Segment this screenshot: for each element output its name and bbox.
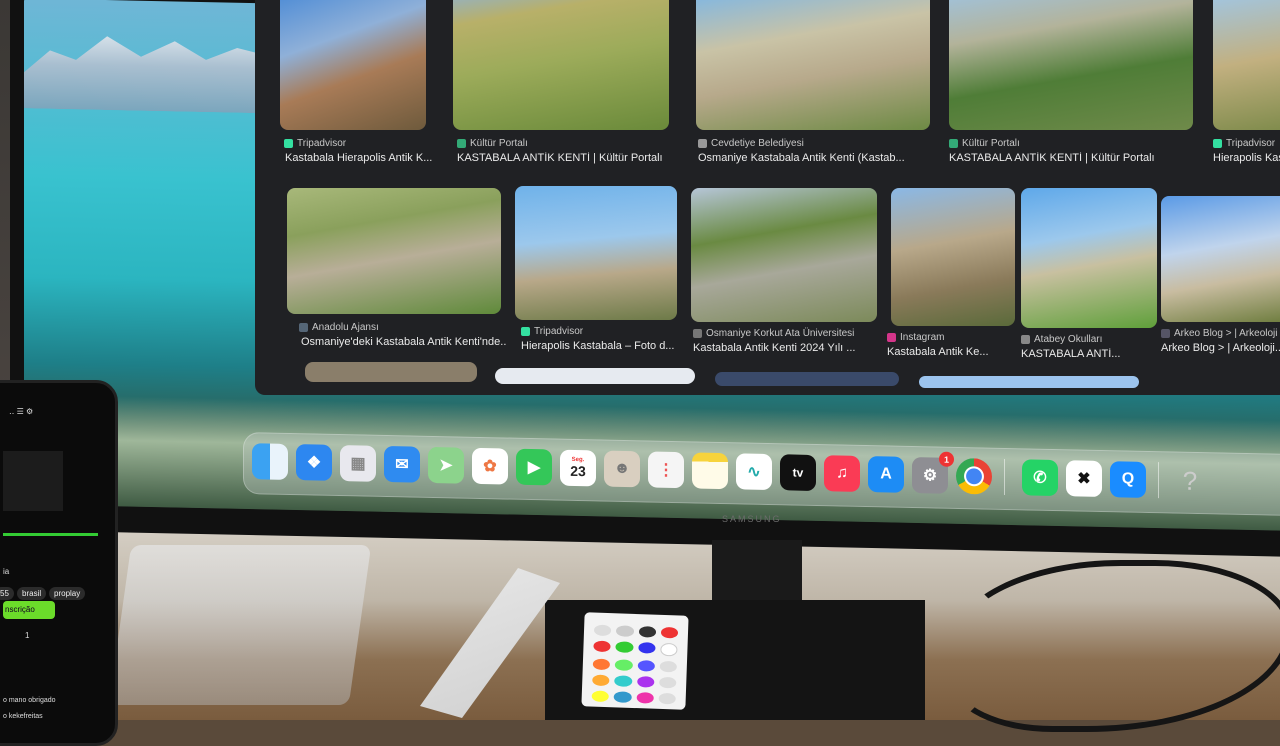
dock-separator — [1004, 458, 1005, 495]
result-thumbnail[interactable] — [691, 188, 877, 322]
result-title[interactable]: Hierapolis Kas... — [1213, 152, 1280, 164]
phone-status-icons: ‥ ☰ ⚙ — [9, 407, 34, 416]
settings-badge: 1 — [939, 451, 954, 467]
monitor-brand: SAMSUNG — [722, 514, 782, 524]
tripadvisor-icon — [1213, 139, 1222, 148]
result-thumbnail[interactable] — [919, 376, 1139, 388]
tripadvisor-icon — [284, 139, 293, 148]
facetime-icon[interactable]: ▶ — [516, 448, 552, 486]
result-title[interactable]: Kastabala Antik Kenti 2024 Yılı ... — [693, 342, 873, 354]
arkeo-blog-icon — [1161, 329, 1170, 338]
contacts-icon[interactable]: ☻ — [604, 450, 640, 488]
calendar-day: 23 — [570, 462, 586, 480]
freeform-icon[interactable]: ∿ — [736, 453, 772, 491]
phone-tag[interactable]: brasil — [17, 587, 47, 600]
phone-count: 1 — [25, 631, 30, 640]
result-source: Arkeo Blog > | Arkeoloji — [1161, 328, 1278, 339]
result-source: Atabey Okulları — [1021, 334, 1102, 345]
result-thumbnail[interactable] — [949, 0, 1193, 130]
phone-label: ia — [3, 567, 10, 576]
result-title[interactable]: KASTABALA ANTİK KENTİ | Kültür Portalı — [949, 152, 1189, 164]
reminders-icon[interactable]: ⋮ — [648, 451, 684, 489]
help-icon[interactable]: ? — [1172, 462, 1208, 499]
result-thumbnail[interactable] — [495, 368, 695, 384]
browser-image-results: Tripadvisor Kastabala Hierapolis Antik K… — [255, 0, 1280, 395]
kultur-portali-icon — [949, 139, 958, 148]
system-settings-icon[interactable]: ⚙ 1 — [912, 451, 954, 494]
result-thumbnail[interactable] — [280, 0, 426, 130]
university-icon — [693, 329, 702, 338]
safari-icon[interactable]: ❖ — [296, 444, 332, 481]
result-source: Kültür Portalı — [457, 138, 528, 149]
subscribe-button[interactable]: nscrição — [3, 601, 55, 619]
wallpaper-mountains — [24, 18, 284, 113]
phone-comment: o kekefreitas — [3, 713, 43, 720]
result-thumbnail[interactable] — [305, 362, 477, 382]
finder-icon[interactable] — [252, 443, 288, 480]
tv-label: tv — [792, 465, 804, 480]
result-thumbnail[interactable] — [453, 0, 669, 130]
app-store-icon[interactable]: A — [868, 456, 904, 493]
music-icon[interactable]: ♫ — [824, 455, 860, 492]
kultur-portali-icon — [457, 139, 466, 148]
maps-icon[interactable]: ➤ — [428, 446, 464, 484]
smartphone: ‥ ☰ ⚙ ia 55 brasil proplay nscrição 1 o … — [0, 380, 118, 746]
result-title[interactable]: Osmaniye'deki Kastabala Antik Kenti'nde.… — [301, 336, 506, 348]
phone-screen: ‥ ☰ ⚙ ia 55 brasil proplay nscrição 1 o … — [0, 391, 107, 743]
led-remote — [581, 612, 689, 710]
result-source: Tripadvisor — [1213, 138, 1275, 149]
plastic-tray — [108, 545, 372, 705]
phone-progress-bar — [3, 533, 98, 536]
notes-icon[interactable] — [692, 452, 728, 490]
result-title[interactable]: Hierapolis Kastabala – Foto d... — [521, 340, 676, 352]
tripadvisor-icon — [521, 327, 530, 336]
result-title[interactable]: Kastabala Hierapolis Antik K... — [285, 152, 435, 164]
quicktime-icon[interactable]: Q — [1110, 461, 1146, 498]
whatsapp-icon[interactable]: ✆ — [1022, 459, 1058, 497]
cevdetiye-icon — [698, 139, 707, 148]
result-source: Tripadvisor — [521, 326, 583, 337]
result-source: Osmaniye Korkut Ata Üniversitesi — [693, 328, 854, 339]
photos-icon[interactable]: ✿ — [472, 447, 508, 485]
result-title[interactable]: Osmaniye Kastabala Antik Kenti (Kastab..… — [698, 152, 928, 164]
mail-icon[interactable]: ✉ — [384, 445, 420, 483]
launchpad-icon[interactable]: ▦ — [340, 445, 376, 482]
phone-tag[interactable]: proplay — [49, 587, 86, 600]
phone-comment: o mano obrigado — [3, 697, 56, 704]
result-source: Tripadvisor — [284, 138, 346, 149]
result-source: Anadolu Ajansı — [299, 322, 379, 333]
result-source: Cevdetiye Belediyesi — [698, 138, 804, 149]
result-thumbnail[interactable] — [1161, 196, 1280, 322]
result-source: Kültür Portalı — [949, 138, 1020, 149]
result-title[interactable]: Arkeo Blog > | Arkeoloji... — [1161, 342, 1280, 354]
anadolu-ajansi-icon — [299, 323, 308, 332]
result-thumbnail[interactable] — [1213, 0, 1280, 130]
result-title[interactable]: Kastabala Antik Ke... — [887, 346, 1007, 358]
apple-tv-icon[interactable]: tv — [780, 454, 816, 492]
result-thumbnail[interactable] — [891, 188, 1015, 326]
atabey-icon — [1021, 335, 1030, 344]
result-thumbnail[interactable] — [515, 186, 677, 320]
monitor-stand — [712, 540, 802, 600]
result-source: Instagram — [887, 332, 944, 343]
result-thumbnail[interactable] — [715, 372, 899, 386]
phone-tag[interactable]: 55 — [0, 587, 14, 600]
capcut-icon[interactable]: ✖ — [1066, 460, 1102, 497]
result-title[interactable]: KASTABALA ANTİK KENTİ | Kültür Portalı — [457, 152, 672, 164]
result-thumbnail[interactable] — [1021, 188, 1157, 328]
result-thumbnail[interactable] — [696, 0, 930, 130]
result-thumbnail[interactable] — [287, 188, 501, 314]
instagram-icon — [887, 333, 896, 342]
dock-separator — [1158, 462, 1159, 499]
phone-video — [3, 451, 63, 511]
chrome-icon[interactable] — [956, 457, 992, 495]
calendar-icon[interactable]: Seg. 23 — [560, 449, 596, 487]
result-title[interactable]: KASTABALA ANTİ... — [1021, 348, 1141, 360]
